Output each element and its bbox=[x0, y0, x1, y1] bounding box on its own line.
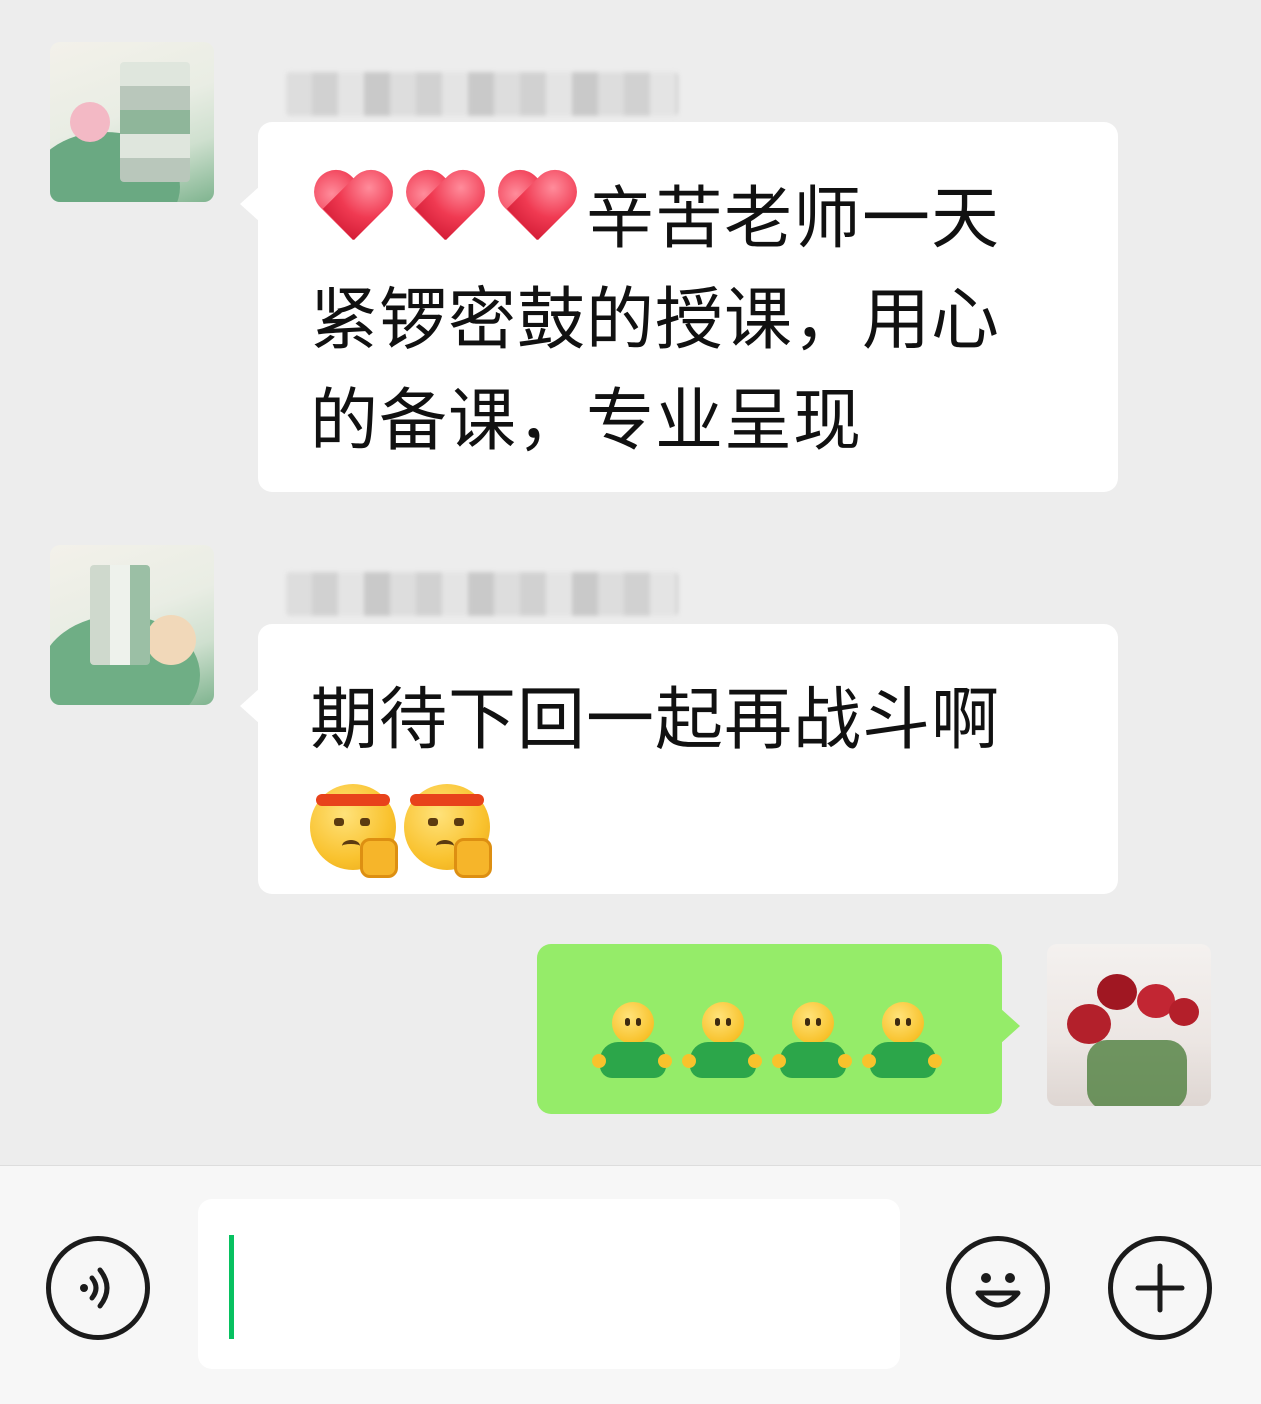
emoji-button[interactable] bbox=[946, 1236, 1050, 1340]
rose-shape bbox=[1067, 1004, 1111, 1044]
voice-button[interactable] bbox=[46, 1236, 150, 1340]
message-bubble-outgoing[interactable] bbox=[537, 944, 1020, 1114]
child-figure-shape bbox=[146, 615, 196, 665]
smiley-icon bbox=[975, 1273, 1021, 1308]
voice-icon bbox=[80, 1267, 110, 1309]
determined-face-emoji-icon bbox=[310, 784, 398, 879]
message-line: 紧锣密鼓的授课，用心 bbox=[310, 281, 1001, 360]
sender-avatar[interactable] bbox=[50, 545, 214, 705]
sender-name-blurred bbox=[286, 72, 678, 116]
message-line: 辛苦老师一天 bbox=[310, 168, 1078, 270]
wave-person-emoji-icon bbox=[862, 1002, 942, 1082]
sender-avatar[interactable] bbox=[50, 42, 214, 202]
sender-name-blurred bbox=[286, 572, 678, 616]
rose-shape bbox=[1169, 998, 1199, 1026]
message-line: 期待下回一起再战斗啊 bbox=[310, 681, 1001, 760]
rose-shape bbox=[1097, 974, 1137, 1010]
chat-message-list: 辛苦老师一天 紧锣密鼓的授课，用心 的备课，专业呈现 期待下回一起再战斗啊 bbox=[0, 0, 1261, 1165]
stems-shape bbox=[1087, 1040, 1187, 1106]
more-button[interactable] bbox=[1108, 1236, 1212, 1340]
heart-emoji-icon bbox=[402, 168, 488, 248]
message-line: 的备课，专业呈现 bbox=[310, 382, 863, 461]
heart-emoji-icon bbox=[310, 168, 396, 248]
wave-person-emoji-icon bbox=[772, 1002, 852, 1082]
chat-input-bar bbox=[0, 1165, 1261, 1404]
determined-face-emoji-icon bbox=[404, 784, 492, 879]
message-input[interactable] bbox=[198, 1199, 900, 1369]
heart-emoji-icon bbox=[494, 168, 580, 248]
message-bubble[interactable]: 期待下回一起再战斗啊 bbox=[240, 624, 1118, 894]
lotus-flower-shape bbox=[70, 102, 110, 142]
plus-icon bbox=[1135, 1263, 1185, 1313]
message-bubble[interactable]: 辛苦老师一天 紧锣密鼓的授课，用心 的备课，专业呈现 bbox=[240, 122, 1118, 492]
text-caret bbox=[229, 1235, 234, 1339]
my-avatar[interactable] bbox=[1047, 944, 1211, 1106]
wave-person-emoji-icon bbox=[682, 1002, 762, 1082]
wave-person-emoji-icon bbox=[592, 1002, 672, 1082]
avatar-mosaic bbox=[90, 565, 150, 665]
emoji-row bbox=[310, 773, 1078, 879]
avatar-mosaic bbox=[120, 62, 190, 182]
message-text: 辛苦老师一天 bbox=[586, 180, 1001, 259]
